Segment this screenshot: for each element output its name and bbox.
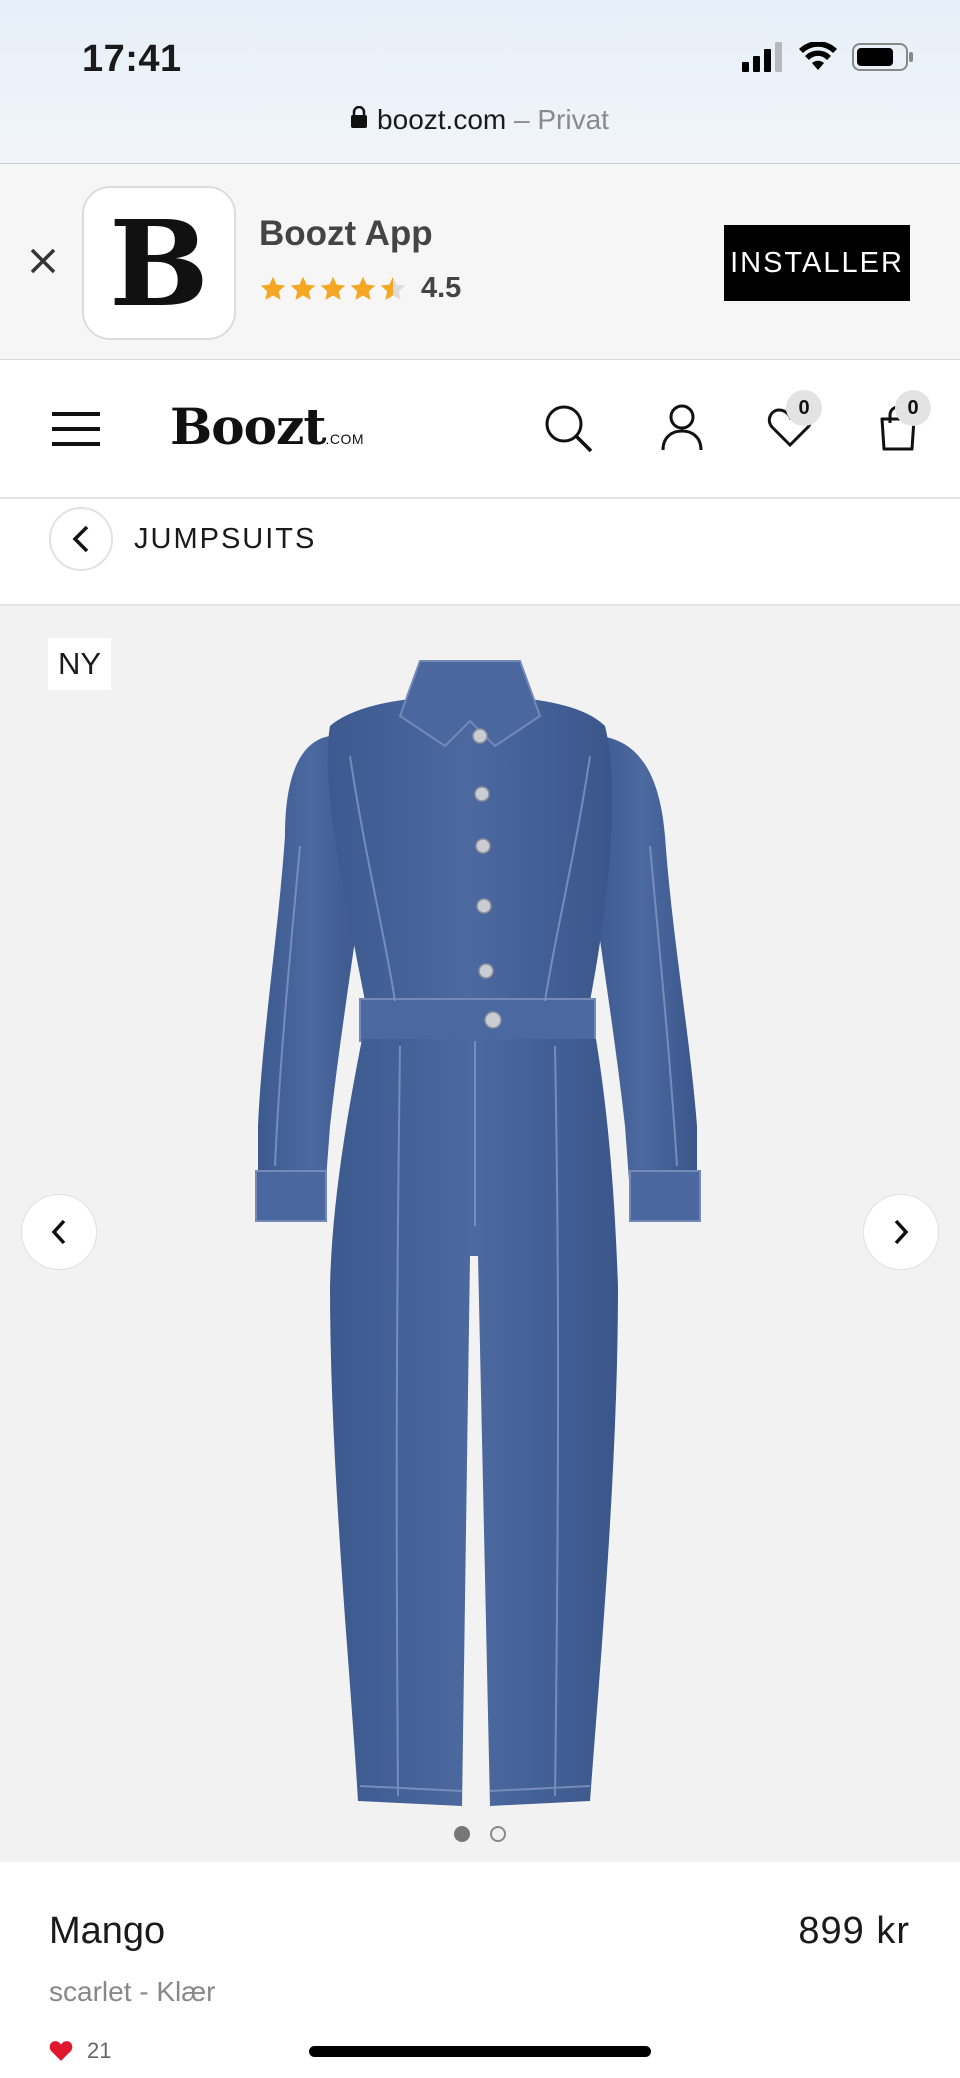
app-icon: B bbox=[82, 186, 236, 340]
pagination-dot-1[interactable] bbox=[454, 1826, 470, 1842]
back-button[interactable] bbox=[49, 507, 113, 571]
home-indicator[interactable] bbox=[309, 2046, 651, 2057]
chevron-left-icon bbox=[72, 525, 89, 553]
site-header: Boozt.COM 0 0 bbox=[0, 360, 960, 499]
close-banner-button[interactable] bbox=[24, 242, 62, 280]
product-price: 899 kr bbox=[798, 1910, 910, 1952]
close-icon bbox=[30, 248, 56, 274]
search-button[interactable] bbox=[540, 400, 596, 456]
previous-image-button[interactable] bbox=[21, 1194, 97, 1270]
category-link[interactable]: JUMPSUITS bbox=[134, 523, 316, 556]
app-name: Boozt App bbox=[259, 214, 433, 253]
star-icon bbox=[290, 276, 316, 300]
wishlist-count-badge: 0 bbox=[786, 390, 822, 426]
star-icon bbox=[260, 276, 286, 300]
next-image-button[interactable] bbox=[863, 1194, 939, 1270]
account-button[interactable] bbox=[654, 400, 710, 456]
rating-value: 4.5 bbox=[421, 272, 462, 304]
hamburger-icon bbox=[52, 412, 100, 446]
chevron-left-icon bbox=[51, 1219, 66, 1245]
star-rating bbox=[259, 275, 407, 303]
search-icon bbox=[545, 405, 593, 453]
url-domain: boozt.com bbox=[377, 104, 507, 135]
wifi-icon bbox=[799, 42, 837, 70]
star-icon bbox=[320, 276, 346, 300]
install-button[interactable]: INSTALLER bbox=[724, 225, 910, 301]
cart-count-badge: 0 bbox=[895, 390, 931, 426]
half-star-icon bbox=[380, 276, 406, 300]
chevron-right-icon bbox=[894, 1219, 909, 1245]
battery-icon bbox=[852, 43, 913, 71]
product-image[interactable] bbox=[0, 606, 960, 1862]
boozt-logo[interactable]: Boozt.COM bbox=[170, 397, 364, 456]
product-subtitle: scarlet - Klær bbox=[49, 1976, 216, 2007]
product-brand[interactable]: Mango bbox=[49, 1910, 165, 1953]
likes-value: 21 bbox=[87, 2038, 112, 2063]
private-mode-label: – Privat bbox=[514, 104, 609, 135]
user-icon bbox=[661, 404, 703, 451]
pagination-dot-2[interactable] bbox=[490, 1826, 506, 1842]
logo-suffix: .COM bbox=[325, 431, 365, 447]
logo-text: Boozt bbox=[170, 397, 326, 456]
product-image-gallery[interactable]: NY bbox=[0, 606, 960, 1862]
browser-status-bar: 17:41 boozt.com – Privat bbox=[0, 0, 960, 164]
url-bar[interactable]: boozt.com – Privat bbox=[0, 104, 960, 138]
likes-count: 21 bbox=[49, 2038, 111, 2064]
status-icons bbox=[742, 42, 914, 72]
signal-icon bbox=[742, 42, 782, 72]
bodice bbox=[327, 696, 613, 1001]
waistband bbox=[359, 998, 596, 1042]
right-cuff bbox=[629, 1170, 701, 1222]
menu-button[interactable] bbox=[52, 410, 100, 448]
status-time: 17:41 bbox=[82, 38, 182, 80]
app-rating: 4.5 bbox=[259, 272, 461, 305]
breadcrumb: JUMPSUITS bbox=[0, 499, 960, 606]
lock-icon bbox=[351, 103, 368, 135]
left-cuff bbox=[255, 1170, 327, 1222]
star-icon bbox=[350, 276, 376, 300]
heart-filled-icon bbox=[49, 2041, 73, 2061]
app-install-banner: B Boozt App 4.5 INSTALLER bbox=[0, 164, 960, 360]
gallery-pagination bbox=[0, 1826, 960, 1842]
